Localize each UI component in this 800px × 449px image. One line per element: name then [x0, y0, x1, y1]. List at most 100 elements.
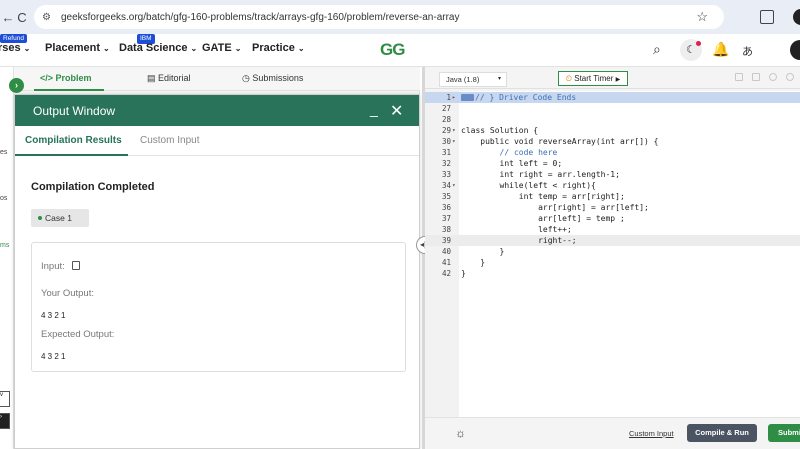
your-output-label: Your Output:: [41, 288, 94, 299]
editor-toolbar: Java (1.8) ▾ ⏲ Start Timer ▶: [425, 67, 800, 89]
folded-code-marker[interactable]: [461, 94, 474, 101]
code-text: }: [461, 268, 466, 279]
browser-profile-icon[interactable]: [793, 9, 800, 25]
site-header: Refund rses ⌄ Placement ⌄ IBM Data Science…: [0, 34, 800, 67]
chevron-down-icon: ⌄: [234, 44, 242, 53]
code-line[interactable]: 36 arr[right] = arr[left];: [425, 202, 800, 213]
code-line[interactable]: 38 left++;: [425, 224, 800, 235]
tab-problem[interactable]: </> Problem: [40, 73, 92, 83]
code-line[interactable]: 41 }: [425, 257, 800, 268]
output-tab-underline: [15, 154, 128, 156]
nav-gate[interactable]: GATE ⌄: [202, 42, 241, 54]
file-icon[interactable]: [752, 73, 760, 81]
reload-icon[interactable]: C: [14, 10, 30, 25]
collapse-sidebar-icon[interactable]: ›: [9, 78, 24, 93]
code-line[interactable]: 33 int right = arr.length-1;: [425, 169, 800, 180]
language-select[interactable]: Java (1.8) ▾: [439, 72, 507, 87]
bookmark-star-icon[interactable]: ☆: [696, 9, 708, 25]
extensions-icon[interactable]: [760, 10, 774, 24]
tab-submissions-label: Submissions: [252, 73, 304, 83]
copy-code-icon[interactable]: [735, 73, 743, 81]
code-line[interactable]: 40 }: [425, 246, 800, 257]
avatar[interactable]: [790, 40, 800, 60]
tab-compilation-results[interactable]: Compilation Results: [25, 135, 122, 146]
fold-arrow-icon[interactable]: ▾: [452, 136, 456, 147]
chevron-down-icon: ⌄: [297, 44, 305, 53]
code-line[interactable]: 32 int left = 0;: [425, 158, 800, 169]
code-line[interactable]: 30 ▾ public void reverseArray(int arr[]) …: [425, 136, 800, 147]
fold-arrow-icon[interactable]: ▸: [452, 92, 456, 103]
translate-icon[interactable]: あ: [742, 43, 753, 59]
gfg-logo[interactable]: GG: [380, 40, 405, 60]
settings-icon[interactable]: [769, 73, 777, 81]
code-line[interactable]: 42}: [425, 268, 800, 279]
strip-button-1[interactable]: v: [0, 391, 10, 407]
tab-submissions[interactable]: ◷ Submissions: [242, 73, 303, 84]
start-timer-button[interactable]: ⏲ Start Timer ▶: [558, 71, 628, 86]
code-line[interactable]: 28: [425, 114, 800, 125]
caret-down-icon: ▾: [497, 76, 501, 82]
case-chip[interactable]: Case 1: [31, 209, 89, 227]
compile-run-button[interactable]: Compile & Run: [687, 424, 757, 442]
editor-panel: Java (1.8) ▾ ⏲ Start Timer ▶ 1 ▸ // } Driv…: [425, 67, 800, 449]
line-number: 29: [441, 126, 451, 135]
language-value: Java (1.8): [446, 75, 480, 84]
code-line[interactable]: 34 ▾ while(left < right){: [425, 180, 800, 191]
code-line[interactable]: 27: [425, 103, 800, 114]
nav-data-science[interactable]: Data Science ⌄: [119, 42, 197, 54]
code-editor[interactable]: 1 ▸// } Driver Code Ends 27 28 29 ▾ class Solu…: [425, 91, 800, 417]
tune-icon[interactable]: ⚙: [42, 12, 51, 23]
editor-footer: ☼ Custom Input Compile & Run Submit: [425, 417, 800, 449]
code-line[interactable]: 37 arr[left] = temp ;: [425, 213, 800, 224]
code-text-content: public void reverseArray(int arr[]) {: [461, 137, 659, 146]
code-line[interactable]: 1 ▸ // } Driver Code Ends: [425, 92, 800, 103]
strip-button-2[interactable]: ›: [0, 413, 10, 429]
code-line[interactable]: 29 ▾ class Solution {: [425, 125, 800, 136]
code-text: right--;: [461, 235, 577, 246]
line-number: 35: [441, 192, 451, 201]
close-icon[interactable]: ✕: [390, 101, 403, 121]
code-line[interactable]: 39 right--;: [425, 235, 800, 246]
fold-arrow-icon[interactable]: ▾: [452, 180, 456, 191]
line-number: 33: [441, 170, 451, 179]
nav-practice-label: Practice: [252, 42, 295, 54]
code-text-content: while(left < right){: [461, 181, 596, 190]
tab-custom-input[interactable]: Custom Input: [140, 135, 199, 146]
line-number: 27: [441, 104, 451, 113]
copy-icon[interactable]: [72, 261, 80, 270]
submit-button[interactable]: Submit: [768, 424, 800, 442]
chevron-down-icon: ⌄: [23, 44, 31, 53]
code-text-content: arr[left] = temp ;: [461, 214, 625, 223]
fold-arrow-icon[interactable]: ▾: [452, 125, 456, 136]
code-text-content: // } Driver Code Ends: [475, 93, 577, 102]
code-text: // } Driver Code Ends: [461, 92, 576, 103]
code-text: int left = 0;: [461, 158, 563, 169]
address-bar[interactable]: ⚙ geeksforgeeks.org/batch/gfg-160-proble…: [34, 5, 724, 29]
strip-text-1: es: [0, 149, 8, 156]
custom-input-link[interactable]: Custom Input: [629, 429, 674, 438]
code-text-content: // code here: [461, 148, 558, 157]
output-window-title: Output Window: [33, 104, 116, 118]
expected-output-label: Expected Output:: [41, 329, 115, 340]
strip-text-2: os: [0, 195, 8, 202]
reset-icon[interactable]: [786, 73, 794, 81]
input-label: Input:: [41, 261, 65, 272]
bell-icon[interactable]: 🔔: [712, 41, 729, 58]
editorial-icon: ▤: [147, 73, 156, 83]
minimize-icon[interactable]: _: [370, 101, 378, 117]
bulb-icon[interactable]: ☼: [455, 426, 466, 440]
page-root: ← C ⚙ geeksforgeeks.org/batch/gfg-160-pr…: [0, 0, 800, 449]
nav-placement[interactable]: Placement ⌄: [45, 42, 110, 54]
clock-icon: ◷: [242, 73, 250, 83]
start-timer-label: Start Timer: [574, 74, 614, 83]
result-box: Input: Your Output: 4 3 2 1 Expected Out…: [31, 242, 406, 372]
nav-practice[interactable]: Practice ⌄: [252, 42, 305, 54]
output-window: Output Window _ ✕ Compilation Results Cu…: [14, 94, 420, 449]
nav-courses[interactable]: rses ⌄: [0, 42, 30, 54]
code-line[interactable]: 31 // code here: [425, 147, 800, 158]
left-strip: es os ms v ›: [0, 67, 14, 449]
search-icon[interactable]: ⌕: [653, 41, 661, 58]
strip-text-3: ms: [0, 242, 10, 249]
tab-editorial[interactable]: ▤ Editorial: [147, 73, 191, 84]
code-line[interactable]: 35 int temp = arr[right];: [425, 191, 800, 202]
